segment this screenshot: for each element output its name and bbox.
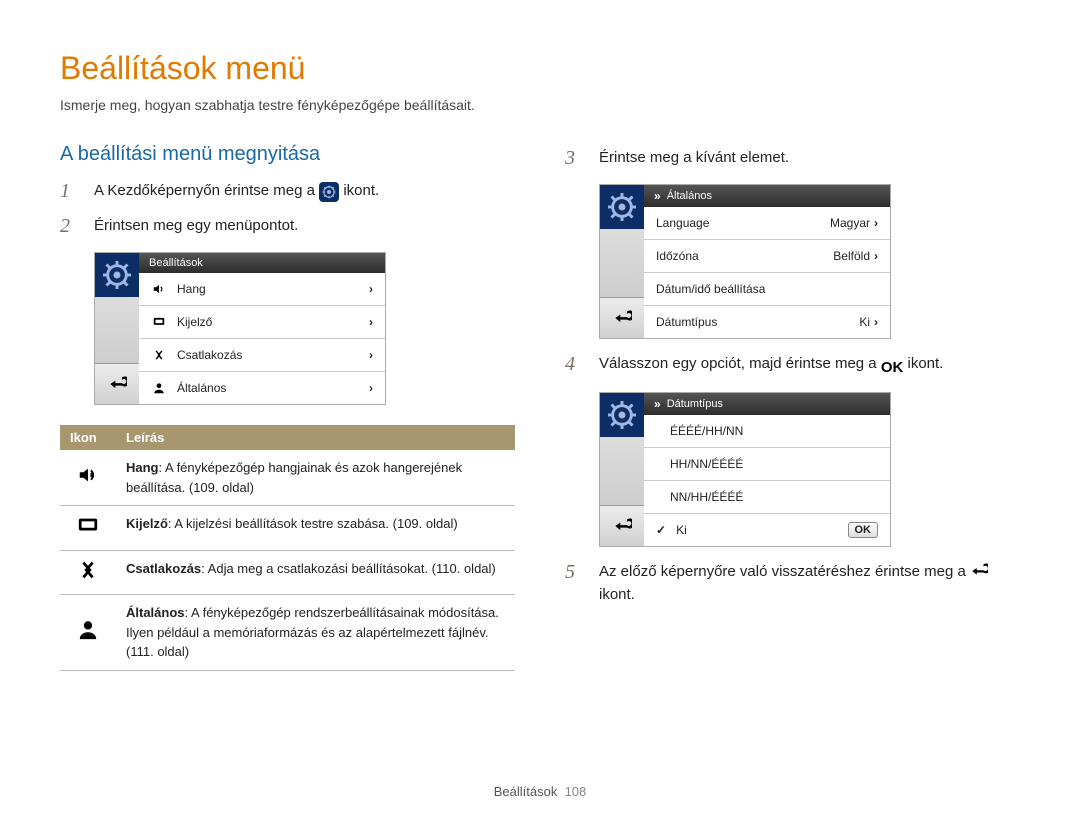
step-number-3: 3 [565,147,585,170]
chevron-right-icon: › [369,315,373,329]
chevron-right-icon: › [369,381,373,395]
gear-icon [600,185,644,229]
back-button[interactable] [600,505,644,546]
menu-item-language[interactable]: Language Magyar› [644,207,890,240]
chevron-right-icon: › [874,315,878,329]
menu-item-csatlakozas[interactable]: Csatlakozás › [139,339,385,372]
desc-hang: Hang: A fényképezőgép hangjainak és azok… [116,450,515,506]
back-button[interactable] [95,363,139,404]
back-icon [970,561,988,581]
sound-icon [60,450,116,506]
datetype-menu-mock: »Dátumtípus ÉÉÉÉ/HH/NN HH/NN/ÉÉÉÉ NN/HH/… [599,392,891,547]
step-4-text: Válasszon egy opciót, majd érintse meg a… [599,353,943,378]
page-title: Beállítások menü [60,50,1020,87]
menu-item-datetime[interactable]: Dátum/idő beállítása [644,273,890,306]
mock-header: »Általános [644,185,890,207]
step-number-4: 4 [565,353,585,376]
chevron-right-icon: › [874,216,878,230]
step-1-text: A Kezdőképernyőn érintse meg a ikont. [94,180,379,203]
menu-item-hang[interactable]: Hang › [139,273,385,306]
back-icon [612,516,632,536]
option-mmdd[interactable]: HH/NN/ÉÉÉÉ [644,448,890,481]
mock-header: Beállítások [139,253,385,273]
display-icon [60,506,116,551]
back-icon [107,374,127,394]
settings-menu-mock: Beállítások Hang › Kijelző › Csatlakozás… [94,252,386,405]
back-icon [612,308,632,328]
page-subtitle: Ismerje meg, hogyan szabhatja testre fén… [60,97,1020,113]
connection-icon [60,550,116,595]
step-number-2: 2 [60,215,80,238]
ok-icon: OK [881,358,904,378]
chevron-right-icon: › [369,282,373,296]
step-2-text: Érintsen meg egy menüpontot. [94,215,298,238]
display-icon [151,314,167,330]
step-3-text: Érintse meg a kívánt elemet. [599,147,789,170]
general-icon [151,380,167,396]
option-ddmm[interactable]: NN/HH/ÉÉÉÉ [644,481,890,514]
general-icon [60,595,116,671]
step-5-text: Az előző képernyőre való visszatéréshez … [599,561,1020,606]
menu-item-datetype[interactable]: Dátumtípus Ki› [644,306,890,338]
general-menu-mock: »Általános Language Magyar› Időzóna Belf… [599,184,891,339]
back-button[interactable] [600,297,644,338]
chevron-right-icon: › [874,249,878,263]
menu-item-kijelzo[interactable]: Kijelző › [139,306,385,339]
option-off[interactable]: ✓Ki OK [644,514,890,546]
chevron-right-icon: » [654,189,661,203]
step-number-5: 5 [565,561,585,584]
desc-kijelzo: Kijelző: A kijelzési beállítások testre … [116,506,515,551]
th-desc: Leírás [116,425,515,450]
menu-item-timezone[interactable]: Időzóna Belföld› [644,240,890,273]
ok-button[interactable]: OK [848,522,879,538]
connection-icon [151,347,167,363]
check-icon: ✓ [656,523,666,537]
icon-description-table: Ikon Leírás Hang: A fényképezőgép hangja… [60,425,515,671]
gear-icon [95,253,139,297]
desc-csatlakozas: Csatlakozás: Adja meg a csatlakozási beá… [116,550,515,595]
chevron-right-icon: » [654,397,661,411]
gear-icon [600,393,644,437]
page-footer: Beállítások 108 [0,784,1080,799]
mock-header: »Dátumtípus [644,393,890,415]
gear-icon [319,182,339,202]
option-yyyy[interactable]: ÉÉÉÉ/HH/NN [644,415,890,448]
menu-item-altalanos[interactable]: Általános › [139,372,385,404]
step-number-1: 1 [60,180,80,203]
section-heading: A beállítási menü megnyitása [60,143,515,166]
desc-altalanos: Általános: A fényképezőgép rendszerbeáll… [116,595,515,671]
chevron-right-icon: › [369,348,373,362]
th-icon: Ikon [60,425,116,450]
sound-icon [151,281,167,297]
